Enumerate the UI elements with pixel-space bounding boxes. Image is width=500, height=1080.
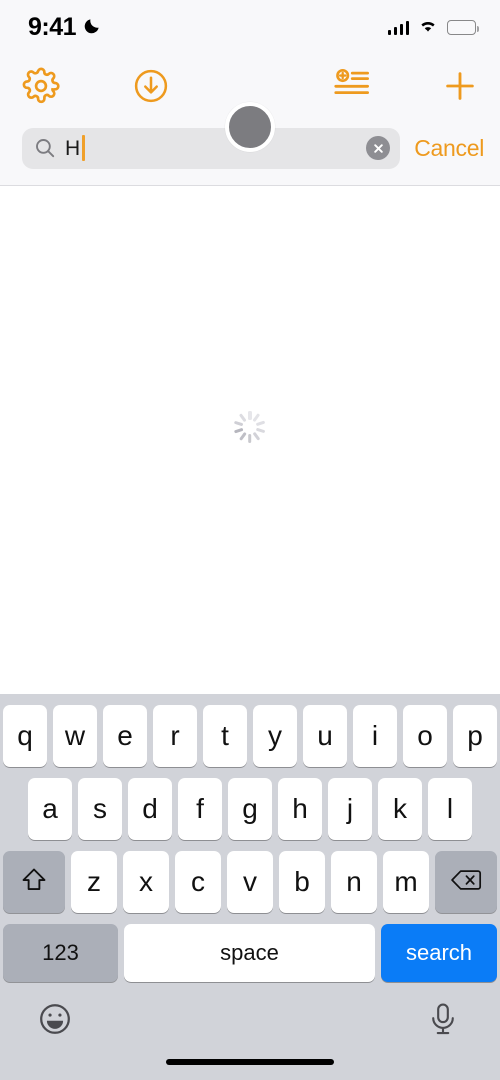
- download-button[interactable]: [123, 60, 179, 116]
- keyboard-bottom-bar: [0, 990, 500, 1080]
- space-key[interactable]: space: [124, 924, 375, 982]
- toolbar: [0, 55, 500, 117]
- key-l[interactable]: l: [428, 778, 472, 840]
- home-indicator: [166, 1059, 334, 1065]
- key-v[interactable]: v: [227, 851, 273, 913]
- dictation-button[interactable]: [421, 999, 465, 1043]
- key-c[interactable]: c: [175, 851, 221, 913]
- status-bar: 9:41: [0, 0, 500, 55]
- key-r[interactable]: r: [153, 705, 197, 767]
- cellular-bars-icon: [387, 20, 409, 35]
- key-k[interactable]: k: [378, 778, 422, 840]
- navigation-bar: H Cancel: [0, 55, 500, 186]
- onscreen-keyboard: q w e r t y u i o p a s d f g h j k l z …: [0, 694, 500, 1080]
- emoji-icon: [37, 1001, 73, 1042]
- numbers-key[interactable]: 123: [3, 924, 118, 982]
- key-t[interactable]: t: [203, 705, 247, 767]
- microphone-icon: [427, 1002, 459, 1041]
- search-input[interactable]: H: [22, 127, 401, 169]
- plus-icon: [441, 67, 479, 110]
- key-d[interactable]: d: [128, 778, 172, 840]
- key-m[interactable]: m: [383, 851, 429, 913]
- key-z[interactable]: z: [71, 851, 117, 913]
- gear-icon: [22, 67, 60, 110]
- status-time: 9:41: [28, 13, 77, 41]
- settings-button[interactable]: [13, 60, 69, 116]
- app-root: 9:41 H Cancel q w e r t y u i o p a s d …: [0, 0, 500, 1080]
- activity-indicator-icon: [233, 410, 267, 444]
- shift-key[interactable]: [3, 851, 65, 913]
- add-button[interactable]: [432, 60, 488, 116]
- emoji-button[interactable]: [33, 999, 77, 1043]
- key-q[interactable]: q: [3, 705, 47, 767]
- keyboard-row-4: 123 space search: [0, 924, 500, 982]
- shift-icon: [19, 865, 49, 900]
- search-input-value: H: [65, 136, 80, 160]
- add-to-playlist-icon: [333, 67, 373, 110]
- status-bar-left: 9:41: [28, 15, 103, 40]
- search-return-key[interactable]: search: [381, 924, 497, 982]
- key-f[interactable]: f: [178, 778, 222, 840]
- key-i[interactable]: i: [353, 705, 397, 767]
- key-y[interactable]: y: [253, 705, 297, 767]
- keyboard-row-3: z x c v b n m: [0, 851, 500, 913]
- cancel-button[interactable]: Cancel: [414, 135, 484, 162]
- search-icon: [34, 137, 56, 159]
- clear-text-icon[interactable]: [366, 136, 391, 160]
- key-n[interactable]: n: [331, 851, 377, 913]
- download-circle-icon: [132, 67, 170, 110]
- key-a[interactable]: a: [28, 778, 72, 840]
- keyboard-row-1: q w e r t y u i o p: [0, 705, 500, 767]
- text-cursor: [81, 135, 85, 161]
- key-j[interactable]: j: [328, 778, 372, 840]
- key-h[interactable]: h: [278, 778, 322, 840]
- key-o[interactable]: o: [403, 705, 447, 767]
- key-x[interactable]: x: [123, 851, 169, 913]
- key-s[interactable]: s: [78, 778, 122, 840]
- search-bar-row: H Cancel: [0, 117, 500, 179]
- backspace-key[interactable]: [435, 851, 497, 913]
- key-w[interactable]: w: [53, 705, 97, 767]
- add-to-playlist-button[interactable]: [325, 60, 381, 116]
- keyboard-row-2: a s d f g h j k l: [0, 778, 500, 840]
- key-g[interactable]: g: [228, 778, 272, 840]
- key-b[interactable]: b: [279, 851, 325, 913]
- key-e[interactable]: e: [103, 705, 147, 767]
- key-p[interactable]: p: [453, 705, 497, 767]
- battery-full-icon: [447, 20, 479, 35]
- backspace-icon: [450, 867, 482, 898]
- moon-icon: [83, 15, 103, 40]
- wifi-icon: [418, 18, 438, 38]
- status-bar-right: [387, 18, 479, 38]
- content-area: [0, 186, 500, 694]
- key-u[interactable]: u: [303, 705, 347, 767]
